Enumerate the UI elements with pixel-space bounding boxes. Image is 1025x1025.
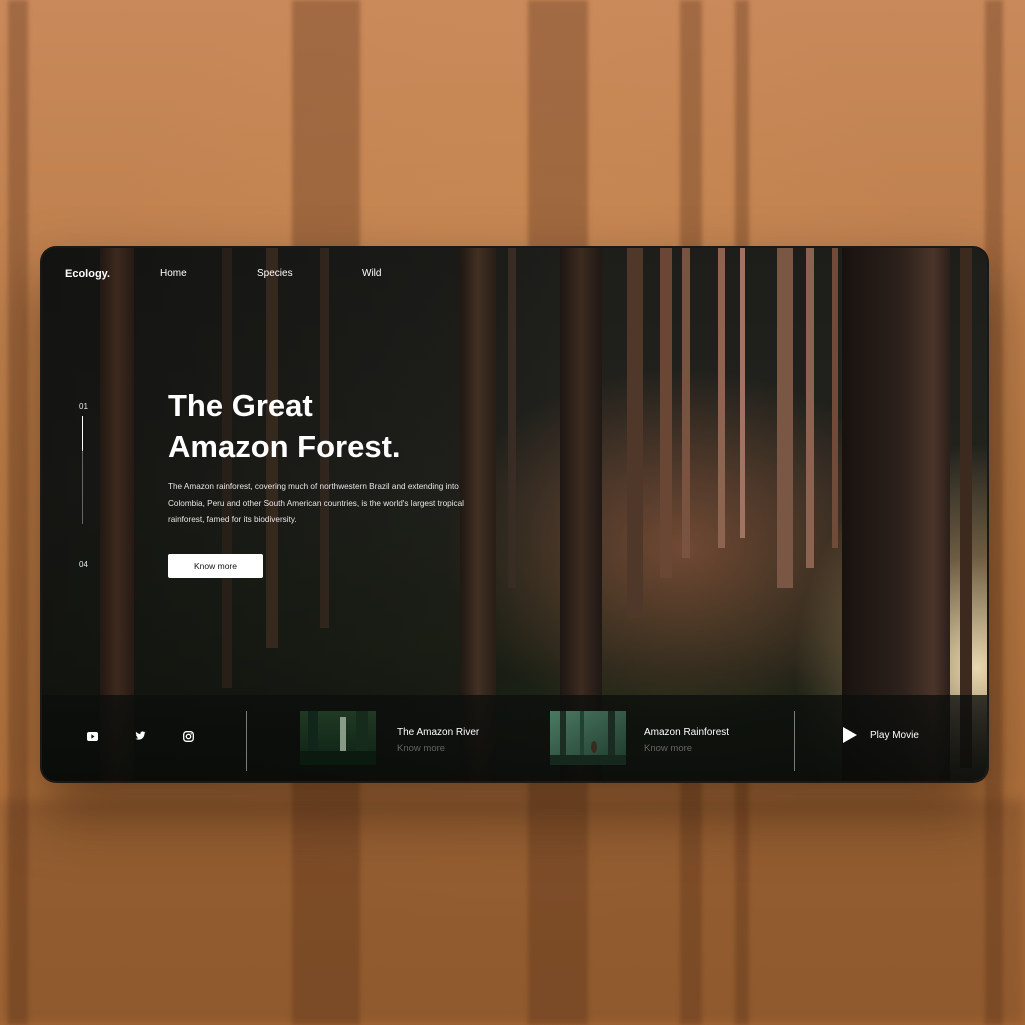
divider bbox=[246, 711, 247, 771]
logo[interactable]: Ecology. bbox=[65, 268, 110, 280]
hero-description: The Amazon rainforest, covering much of … bbox=[168, 482, 465, 524]
hero-title: The Great Amazon Forest. bbox=[168, 385, 528, 467]
play-icon bbox=[843, 727, 857, 743]
slide-current-number: 01 bbox=[79, 402, 88, 411]
amazon-river-thumbnail[interactable] bbox=[300, 711, 376, 765]
divider bbox=[794, 711, 795, 771]
card-link-amazon-river[interactable]: Know more bbox=[397, 743, 445, 754]
hero-title-line1: The Great bbox=[168, 388, 313, 423]
hero-title-line2: Amazon Forest. bbox=[168, 429, 401, 464]
play-movie-label: Play Movie bbox=[870, 729, 919, 741]
card-title-amazon-rainforest: Amazon Rainforest bbox=[644, 727, 730, 738]
nav-home[interactable]: Home bbox=[160, 268, 187, 279]
twitter-icon[interactable] bbox=[132, 728, 148, 744]
instagram-icon[interactable] bbox=[180, 728, 196, 744]
nav-wild[interactable]: Wild bbox=[362, 268, 381, 279]
play-movie-button[interactable]: Play Movie bbox=[842, 725, 942, 745]
amazon-rainforest-thumbnail[interactable] bbox=[550, 711, 626, 765]
card-link-amazon-rainforest[interactable]: Know more bbox=[644, 743, 692, 754]
browser-window: Ecology. Home Species Wild 01 04 The Gre… bbox=[42, 248, 987, 781]
know-more-button[interactable]: Know more bbox=[168, 554, 263, 578]
slide-total-number: 04 bbox=[79, 560, 88, 569]
youtube-icon[interactable] bbox=[84, 728, 100, 744]
nav-species[interactable]: Species bbox=[257, 268, 293, 279]
card-title-amazon-river: The Amazon River bbox=[397, 727, 480, 738]
bottom-bar: The Amazon River Know more Amazon Rainfo… bbox=[42, 695, 987, 781]
slide-progress-indicator bbox=[82, 416, 83, 451]
